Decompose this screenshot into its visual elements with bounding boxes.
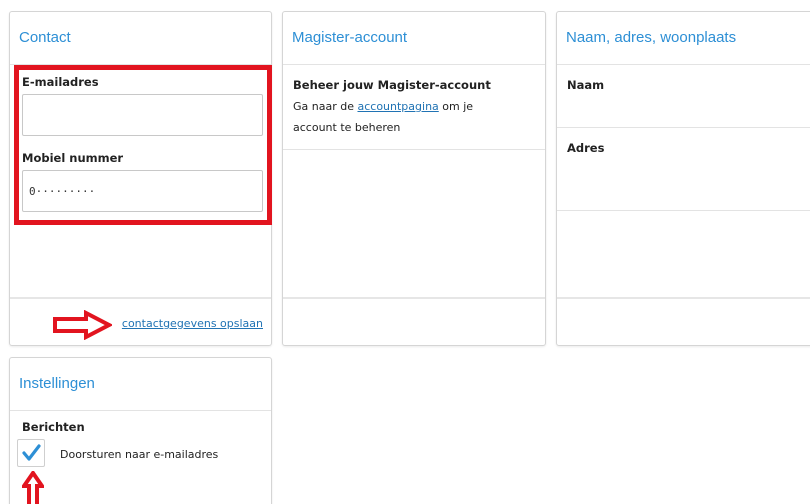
magister-text-after: om je [438, 100, 474, 113]
magister-heading: Beheer jouw Magister-account [293, 78, 491, 92]
magister-text-before: Ga naar de [293, 100, 358, 113]
naw-card-footer [557, 297, 810, 345]
magister-text: Ga naar de accountpagina om je account t… [293, 96, 543, 138]
save-contact-link[interactable]: contactgegevens opslaan [122, 317, 263, 330]
magister-text-line2: account te beheren [293, 121, 401, 134]
berichten-label: Berichten [22, 420, 85, 434]
naw-card: Naam, adres, woonplaats Naam Adres [556, 11, 810, 346]
checkmark-icon [22, 444, 41, 461]
naw-divider-2 [557, 210, 810, 211]
settings-card-title: Instellingen [10, 358, 271, 411]
adres-label: Adres [567, 141, 605, 155]
magister-divider [283, 149, 545, 150]
forward-email-checkbox[interactable] [17, 439, 45, 467]
magister-account-card: Magister-account Beheer jouw Magister-ac… [282, 11, 546, 346]
naam-label: Naam [567, 78, 605, 92]
forward-email-label: Doorsturen naar e-mailadres [60, 448, 219, 461]
accountpagina-link[interactable]: accountpagina [357, 100, 438, 113]
annotation-arrow-up-icon [22, 471, 44, 504]
annotation-highlight-box [14, 65, 272, 225]
settings-card: Instellingen Berichten Doorsturen naar e… [9, 357, 272, 504]
contact-card-footer: contactgegevens opslaan [10, 297, 271, 345]
naw-divider-1 [557, 127, 810, 128]
naw-card-title: Naam, adres, woonplaats [557, 12, 810, 65]
magister-card-title: Magister-account [283, 12, 545, 65]
contact-card-title: Contact [10, 12, 271, 65]
magister-card-footer [283, 297, 545, 345]
annotation-arrow-right-icon [53, 310, 112, 340]
